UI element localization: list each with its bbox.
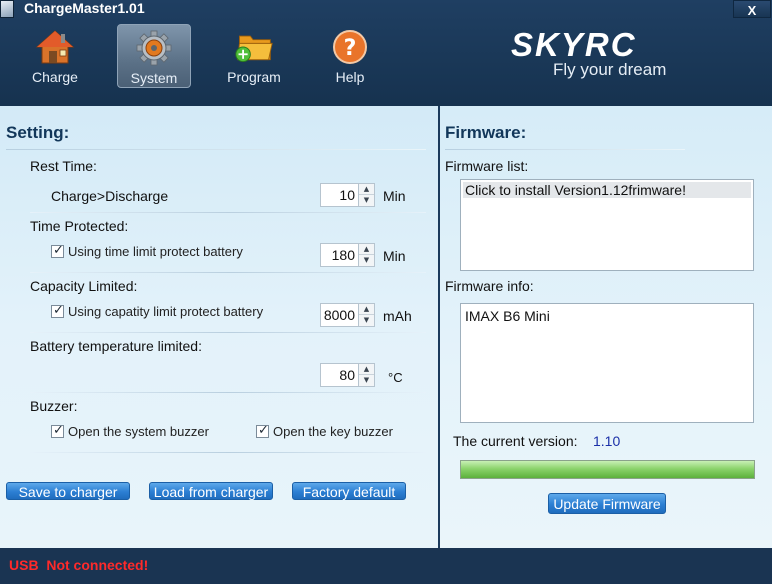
current-version-label: The current version: xyxy=(453,433,578,449)
nav-program[interactable]: Program xyxy=(217,24,291,88)
gear-icon xyxy=(136,30,172,66)
divider xyxy=(30,392,426,393)
stepper-up-icon[interactable]: ▲ xyxy=(359,364,374,375)
buzzer-label: Buzzer: xyxy=(30,398,78,414)
capacity-limit-value[interactable]: 8000 xyxy=(320,303,358,327)
key-buzzer-checkbox-row[interactable]: Open the key buzzer xyxy=(256,423,393,439)
stepper-down-icon[interactable]: ▼ xyxy=(359,195,374,206)
divider xyxy=(30,332,426,333)
firmware-heading: Firmware: xyxy=(445,123,527,142)
factory-default-button[interactable]: Factory default xyxy=(292,482,406,500)
divider xyxy=(30,452,426,453)
time-limit-checkbox-label: Using time limit protect battery xyxy=(68,244,243,259)
firmware-underline xyxy=(445,149,685,150)
rest-time-value[interactable]: 10 xyxy=(320,183,358,207)
stepper-down-icon[interactable]: ▼ xyxy=(359,375,374,386)
stepper-down-icon[interactable]: ▼ xyxy=(359,315,374,326)
capacity-limit-unit: mAh xyxy=(383,308,412,324)
system-buzzer-checkbox-row[interactable]: Open the system buzzer xyxy=(51,423,209,439)
time-limit-unit: Min xyxy=(383,248,406,264)
temperature-arrows[interactable]: ▲ ▼ xyxy=(358,363,375,387)
capacity-limit-checkbox-label: Using capatity limit protect battery xyxy=(68,304,264,319)
nav-label-program: Program xyxy=(227,69,281,85)
window-title: ChargeMaster1.01 xyxy=(24,0,145,16)
stepper-up-icon[interactable]: ▲ xyxy=(359,304,374,315)
nav-charge[interactable]: Charge xyxy=(18,24,92,88)
divider xyxy=(30,272,426,273)
stepper-up-icon[interactable]: ▲ xyxy=(359,244,374,255)
load-from-charger-button[interactable]: Load from charger xyxy=(149,482,273,500)
firmware-list-label: Firmware list: xyxy=(445,158,529,174)
system-buzzer-label: Open the system buzzer xyxy=(68,424,209,439)
nav-label-help: Help xyxy=(335,69,365,85)
setting-underline xyxy=(6,149,426,150)
setting-heading: Setting: xyxy=(6,123,70,142)
svg-text:?: ? xyxy=(344,36,357,61)
key-buzzer-label: Open the key buzzer xyxy=(273,424,393,439)
firmware-progress-bar xyxy=(460,460,755,479)
setting-panel: Setting: Rest Time: Charge>Discharge 10 … xyxy=(0,106,438,548)
rest-time-label: Rest Time: xyxy=(30,158,97,174)
firmware-info-label: Firmware info: xyxy=(445,278,534,294)
stepper-down-icon[interactable]: ▼ xyxy=(359,255,374,266)
rest-time-sub-label: Charge>Discharge xyxy=(51,188,169,204)
time-protected-label: Time Protected: xyxy=(30,218,129,234)
nav-help[interactable]: ? Help xyxy=(313,24,387,88)
nav-system[interactable]: System xyxy=(117,24,191,88)
firmware-info-box[interactable]: IMAX B6 Mini xyxy=(460,303,754,423)
usb-status-text: USB Not connected! xyxy=(9,557,149,573)
capacity-limit-checkbox-row[interactable]: Using capatity limit protect battery xyxy=(51,303,264,319)
time-limit-stepper[interactable]: 180 ▲ ▼ xyxy=(320,243,375,267)
capacity-limited-label: Capacity Limited: xyxy=(30,278,138,294)
update-firmware-button[interactable]: Update Firmware xyxy=(548,493,666,514)
temperature-value[interactable]: 80 xyxy=(320,363,358,387)
house-icon xyxy=(35,30,75,64)
save-to-charger-button[interactable]: Save to charger xyxy=(6,482,130,500)
nav-label-system: System xyxy=(130,70,178,86)
firmware-panel: Firmware: Firmware list: Click to instal… xyxy=(440,106,772,548)
key-buzzer-checkbox[interactable] xyxy=(256,423,269,438)
brand-logo: SKYRC xyxy=(511,26,637,63)
capacity-limit-arrows[interactable]: ▲ ▼ xyxy=(358,303,375,327)
header: ChargeMaster1.01 X Charge System Program… xyxy=(0,0,772,106)
firmware-progress-fill xyxy=(461,461,754,478)
time-limit-checkbox-row[interactable]: Using time limit protect battery xyxy=(51,243,243,259)
capacity-limit-stepper[interactable]: 8000 ▲ ▼ xyxy=(320,303,375,327)
time-limit-value[interactable]: 180 xyxy=(320,243,358,267)
brand-tagline: Fly your dream xyxy=(553,60,667,79)
close-button[interactable]: X xyxy=(733,0,771,18)
folder-add-icon xyxy=(235,35,273,62)
help-icon: ? xyxy=(333,30,367,64)
current-version-value: 1.10 xyxy=(593,433,621,449)
stepper-up-icon[interactable]: ▲ xyxy=(359,184,374,195)
rest-time-arrows[interactable]: ▲ ▼ xyxy=(358,183,375,207)
app-icon xyxy=(0,0,14,18)
firmware-list-item[interactable]: Click to install Version1.12frimware! xyxy=(463,182,751,198)
temperature-stepper[interactable]: 80 ▲ ▼ xyxy=(320,363,375,387)
rest-time-stepper[interactable]: 10 ▲ ▼ xyxy=(320,183,375,207)
firmware-list[interactable]: Click to install Version1.12frimware! xyxy=(460,179,754,271)
capacity-limit-checkbox[interactable] xyxy=(51,303,64,318)
divider xyxy=(30,212,426,213)
rest-time-unit: Min xyxy=(383,188,406,204)
temperature-unit: °C xyxy=(388,370,403,385)
status-bar: USB Not connected! xyxy=(0,548,772,584)
temperature-label: Battery temperature limited: xyxy=(30,338,202,354)
nav-label-charge: Charge xyxy=(32,69,78,85)
time-limit-arrows[interactable]: ▲ ▼ xyxy=(358,243,375,267)
time-limit-checkbox[interactable] xyxy=(51,243,64,258)
firmware-info-text: IMAX B6 Mini xyxy=(465,308,550,324)
system-buzzer-checkbox[interactable] xyxy=(51,423,64,438)
